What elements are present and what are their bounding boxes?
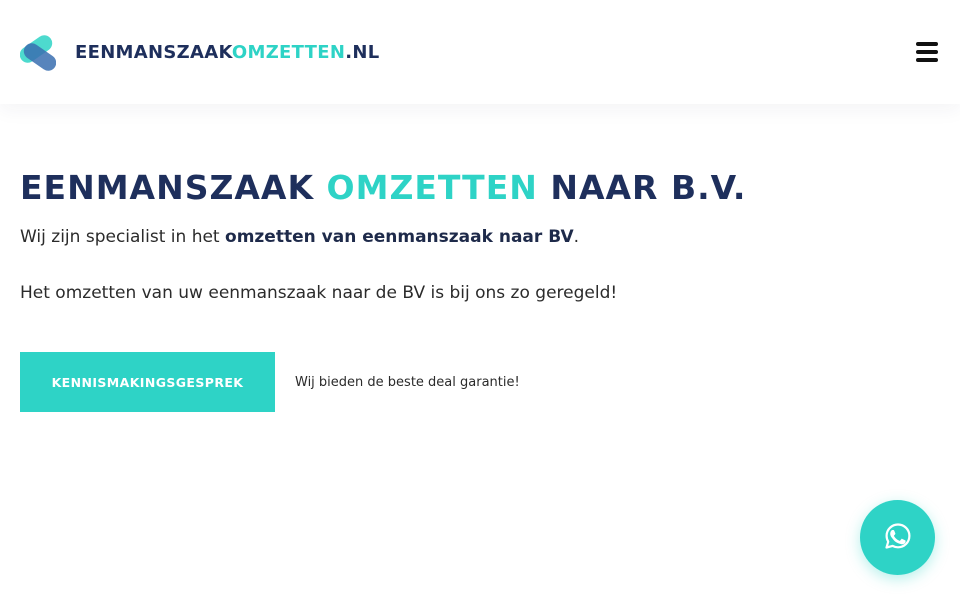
title-part-2: NAAR B.V.: [550, 168, 747, 207]
intro-text: Wij zijn specialist in het omzetten van …: [20, 227, 940, 247]
menu-bar: [916, 42, 938, 46]
page-title: EENMANSZAAK OMZETTEN NAAR B.V.: [20, 168, 940, 207]
logo-text-tld: .NL: [345, 41, 380, 63]
whatsapp-icon: [884, 522, 912, 554]
logo-mark-icon: [20, 33, 56, 71]
cta-row: KENNISMAKINGSGESPREK Wij bieden de beste…: [20, 352, 520, 412]
title-accent: OMZETTEN: [326, 168, 538, 207]
logo-wordmark: EENMANSZAAKOMZETTEN.NL: [75, 42, 379, 63]
hero-section: EENMANSZAAK OMZETTEN NAAR B.V. Wij zijn …: [20, 168, 940, 303]
menu-bar: [916, 50, 938, 54]
title-part-1: EENMANSZAAK: [20, 168, 315, 207]
logo-text-main: EENMANSZAAK: [75, 41, 232, 63]
whatsapp-button[interactable]: [860, 500, 935, 575]
menu-bar: [916, 58, 938, 62]
kennismakingsgesprek-button[interactable]: KENNISMAKINGSGESPREK: [20, 352, 275, 412]
deal-guarantee-note: Wij bieden de beste deal garantie!: [295, 374, 520, 390]
logo-text-accent: OMZETTEN: [231, 41, 346, 63]
hamburger-menu-icon[interactable]: [914, 40, 940, 64]
intro-prefix: Wij zijn specialist in het: [20, 227, 220, 247]
sub-text: Het omzetten van uw eenmanszaak naar de …: [20, 283, 618, 303]
site-header: EENMANSZAAKOMZETTEN.NL: [0, 0, 960, 104]
intro-suffix: .: [573, 227, 580, 247]
intro-bold: omzetten van eenmanszaak naar BV: [225, 227, 574, 247]
site-logo[interactable]: EENMANSZAAKOMZETTEN.NL: [20, 33, 379, 71]
